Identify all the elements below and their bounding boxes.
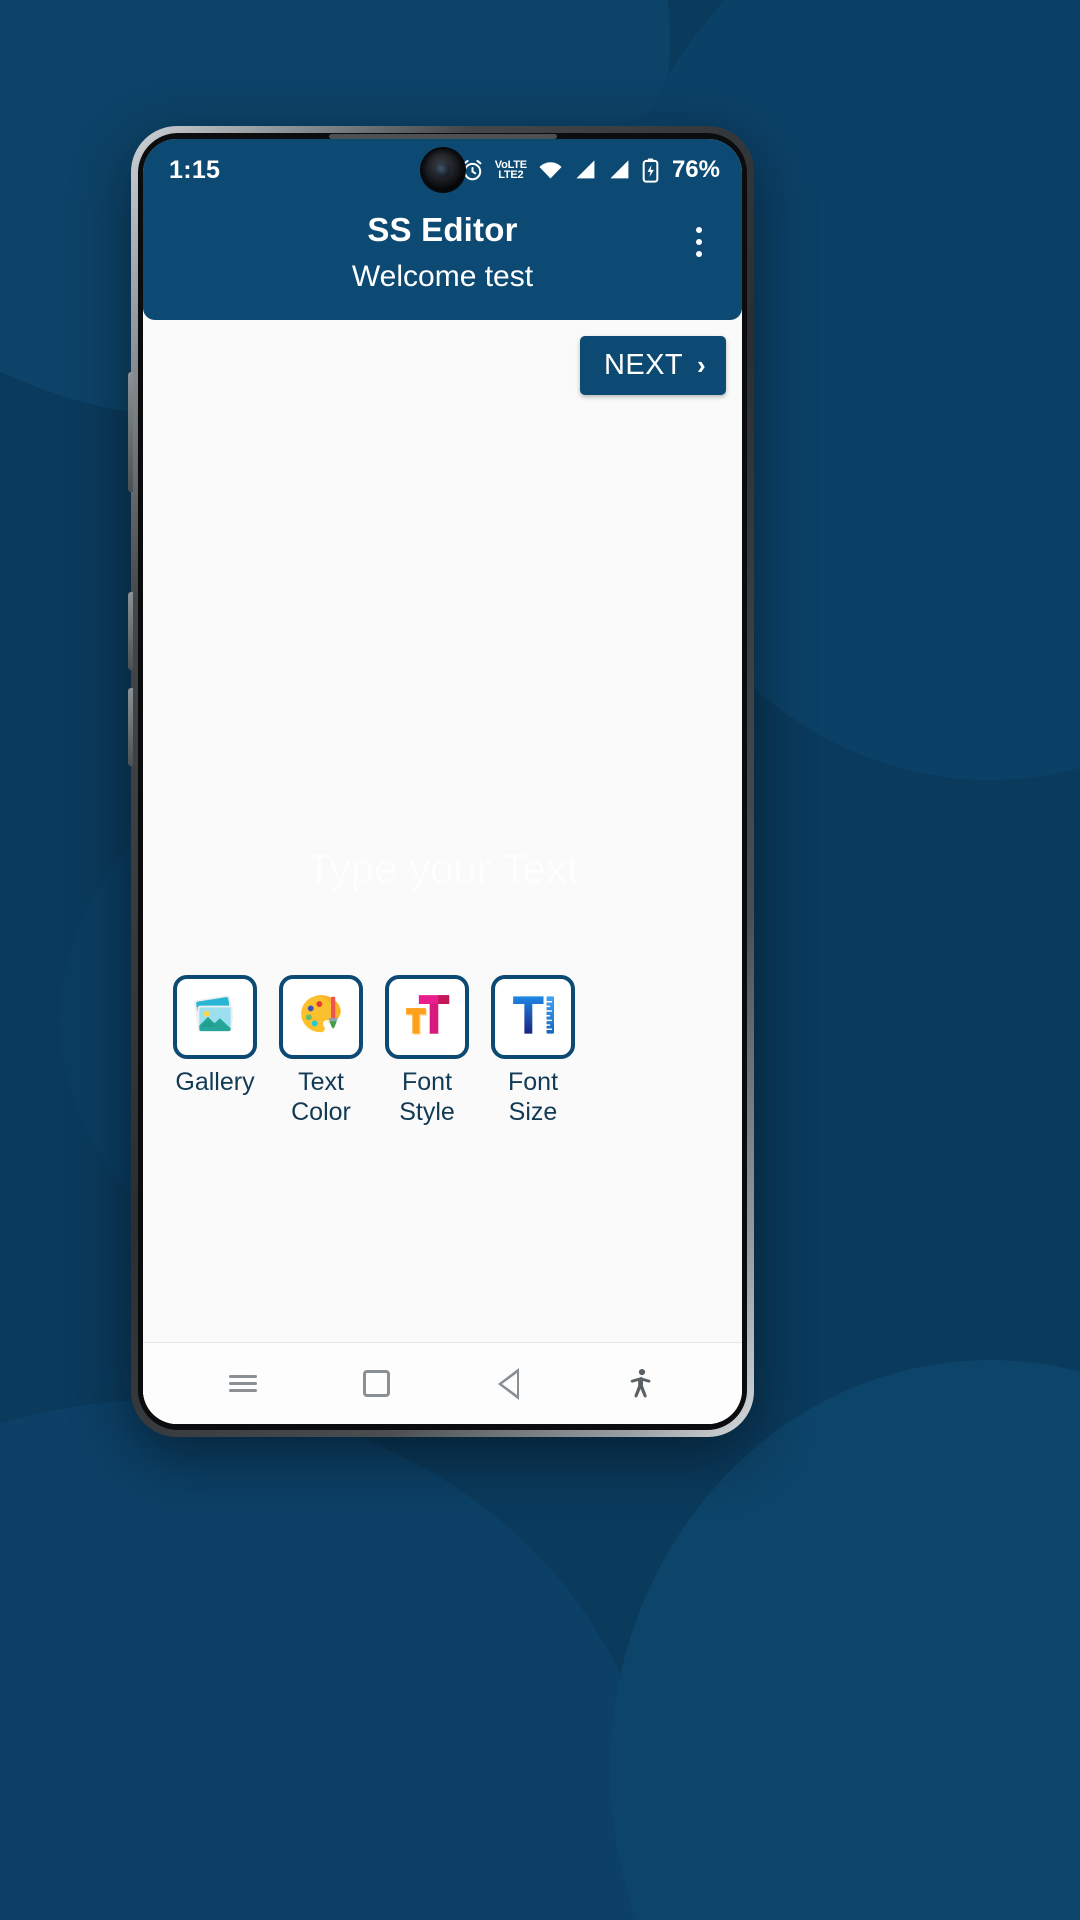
battery-percentage-label: 76%	[671, 156, 720, 183]
tool-gallery-box[interactable]	[173, 975, 257, 1059]
alarm-clock-icon	[460, 158, 485, 183]
status-bar-icons: VoLTE LTE2 76%	[460, 156, 720, 184]
tool-label-line1: Text	[298, 1068, 344, 1096]
status-bar: 1:15 VoLTE LTE2 76%	[143, 139, 742, 201]
overflow-menu-icon[interactable]	[682, 219, 716, 265]
next-button-label: NEXT	[603, 349, 683, 381]
tool-label-line1: Font	[401, 1068, 453, 1096]
tool-strip: Gallery Text Color Font Style Font Size	[143, 975, 579, 1127]
app-title: SS Editor	[367, 211, 518, 248]
next-button[interactable]: NEXT ›	[579, 336, 726, 395]
phone-volume-down-button[interactable]	[128, 688, 133, 766]
font-style-tt-icon	[399, 987, 455, 1048]
color-palette-icon	[293, 987, 349, 1048]
gallery-photos-icon	[187, 987, 243, 1048]
phone-frame: 1:15 VoLTE LTE2 76% SS Editor Welcome te…	[128, 126, 754, 1437]
canvas-placeholder-text: Type your Text	[306, 844, 579, 892]
home-square-icon[interactable]	[344, 1352, 408, 1416]
system-navigation-bar	[143, 1342, 742, 1424]
chevron-right-icon: ›	[696, 350, 706, 380]
font-size-ruler-icon	[505, 987, 561, 1048]
tool-font-style-box[interactable]	[385, 975, 469, 1059]
cellular-signal-icon	[608, 159, 632, 181]
tool-font-style[interactable]: Font Style	[381, 975, 473, 1127]
recent-apps-icon[interactable]	[211, 1352, 275, 1416]
text-canvas[interactable]: Type your Text Gallery Text Color Font S…	[143, 395, 742, 1342]
phone-screen: 1:15 VoLTE LTE2 76% SS Editor Welcome te…	[143, 139, 742, 1424]
tool-label-line2: Size	[508, 1097, 558, 1126]
tool-text-color-label: Text Color	[291, 1068, 351, 1127]
front-camera-punch-hole	[421, 149, 464, 191]
tool-font-size-label: Font Size	[508, 1068, 558, 1127]
app-bar: SS Editor Welcome test	[143, 201, 742, 320]
tool-gallery[interactable]: Gallery	[169, 975, 261, 1127]
volte-label-bottom: LTE2	[498, 169, 524, 181]
back-triangle-icon[interactable]	[477, 1352, 541, 1416]
wifi-icon	[537, 159, 564, 181]
editor-content: NEXT › Type your Text Gallery Text Color…	[143, 320, 742, 1424]
tool-gallery-label: Gallery	[175, 1068, 254, 1098]
background-blob	[0, 1400, 660, 1920]
next-button-row: NEXT ›	[143, 320, 742, 395]
tool-label-line2: Style	[399, 1097, 455, 1126]
tool-label-line1: Gallery	[175, 1068, 255, 1096]
phone-volume-up-button[interactable]	[128, 592, 133, 670]
cellular-signal-icon	[574, 159, 598, 181]
tool-font-style-label: Font Style	[399, 1068, 455, 1127]
status-bar-clock: 1:15	[169, 155, 221, 184]
battery-charging-icon	[642, 157, 659, 183]
tool-text-color-box[interactable]	[279, 975, 363, 1059]
tool-label-line2: Color	[291, 1097, 351, 1126]
phone-side-button[interactable]	[128, 372, 133, 492]
volte-network-icon: VoLTE LTE2	[495, 160, 527, 181]
phone-bezel: 1:15 VoLTE LTE2 76% SS Editor Welcome te…	[138, 133, 747, 1430]
background-blob	[610, 1360, 1080, 1920]
accessibility-icon[interactable]	[610, 1352, 674, 1416]
tool-font-size[interactable]: Font Size	[487, 975, 579, 1127]
app-subtitle: Welcome test	[351, 260, 534, 293]
tool-font-size-box[interactable]	[491, 975, 575, 1059]
tool-text-color[interactable]: Text Color	[275, 975, 367, 1127]
tool-label-line1: Font	[507, 1068, 559, 1096]
earpiece-speaker	[328, 134, 557, 139]
